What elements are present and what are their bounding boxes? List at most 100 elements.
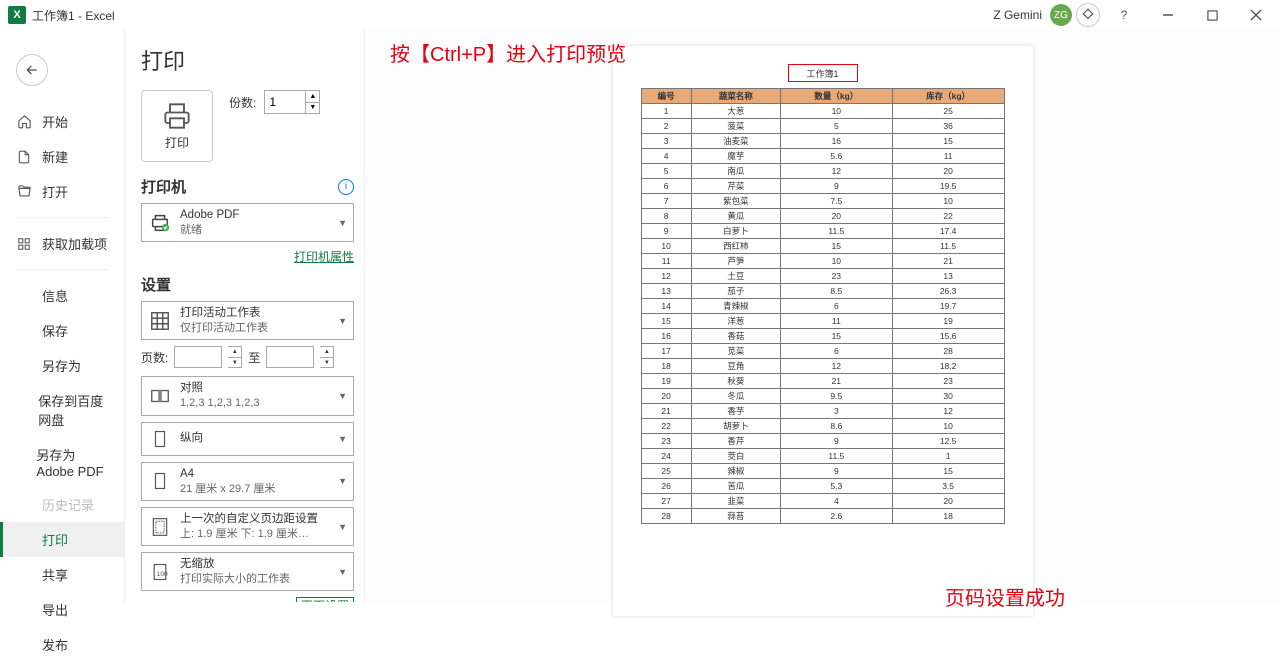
nav-share-label: 共享 [42, 565, 68, 584]
printer-dropdown[interactable]: Adobe PDF就绪 ▼ [141, 203, 354, 242]
open-icon [16, 184, 32, 200]
preview-table: 编号蔬菜名称数量（kg）库存（kg） 1大葱10252菠菜5363油麦菜1615… [641, 88, 1005, 524]
table-row: 10西红柿1511.5 [641, 239, 1004, 254]
minimize-button[interactable] [1148, 1, 1188, 29]
addins-icon [16, 236, 32, 252]
margins-icon [148, 515, 172, 539]
help-icon[interactable]: ? [1104, 1, 1144, 29]
nav-save-adobe-label: 另存为 Adobe PDF [36, 445, 108, 479]
settings-section-label: 设置 [141, 274, 171, 295]
nav-home[interactable]: 开始 [0, 104, 124, 139]
printer-section-label: 打印机 [141, 176, 186, 197]
nav-open[interactable]: 打开 [0, 174, 124, 209]
printer-properties-link[interactable]: 打印机属性 [294, 250, 354, 264]
printer-name: Adobe PDF [180, 208, 330, 223]
orientation-label: 纵向 [180, 431, 330, 446]
margins-dropdown[interactable]: 上一次的自定义页边距设置上: 1.9 厘米 下: 1.9 厘米… ▼ [141, 507, 354, 546]
pages-to-label: 至 [248, 349, 260, 366]
back-button[interactable] [16, 54, 48, 86]
table-row: 7紫包菜7.510 [641, 194, 1004, 209]
pages-to-down[interactable]: ▼ [320, 358, 333, 368]
pages-from-down[interactable]: ▼ [228, 358, 241, 368]
new-icon [16, 149, 32, 165]
nav-publish-label: 发布 [42, 635, 68, 654]
user-avatar[interactable]: ZG [1050, 4, 1072, 26]
nav-new[interactable]: 新建 [0, 139, 124, 174]
print-button[interactable]: 打印 [141, 90, 213, 162]
collate-sub: 1,2,3 1,2,3 1,2,3 [180, 396, 330, 410]
nav-save-label: 保存 [42, 321, 68, 340]
chevron-down-icon: ▼ [338, 522, 347, 532]
table-row: 24茭白11.51 [641, 449, 1004, 464]
print-what-sub: 仅打印活动工作表 [180, 321, 330, 335]
pages-from-input[interactable] [174, 346, 222, 368]
nav-addins[interactable]: 获取加载项 [0, 226, 124, 261]
pages-to-input[interactable] [266, 346, 314, 368]
printer-icon [163, 102, 191, 130]
chevron-down-icon: ▼ [338, 476, 347, 486]
paper-dropdown[interactable]: A421 厘米 x 29.7 厘米 ▼ [141, 462, 354, 501]
page-setup-link[interactable]: 页面设置 [296, 597, 354, 602]
printer-info-icon[interactable]: i [338, 179, 354, 195]
table-row: 9白萝卜11.517.4 [641, 224, 1004, 239]
copies-up[interactable]: ▲ [306, 91, 319, 103]
scale-sub: 打印实际大小的工作表 [180, 572, 330, 586]
pages-from-up[interactable]: ▲ [228, 347, 241, 358]
collate-dropdown[interactable]: 对照1,2,3 1,2,3 1,2,3 ▼ [141, 376, 354, 415]
nav-export[interactable]: 导出 [0, 592, 124, 627]
table-row: 19秋葵2123 [641, 374, 1004, 389]
print-what-dropdown[interactable]: 打印活动工作表仅打印活动工作表 ▼ [141, 301, 354, 340]
copies-label: 份数: [229, 94, 256, 111]
pages-to-up[interactable]: ▲ [320, 347, 333, 358]
margins-sub: 上: 1.9 厘米 下: 1.9 厘米… [180, 527, 330, 541]
nav-share[interactable]: 共享 [0, 557, 124, 592]
table-row: 13茄子8.526.3 [641, 284, 1004, 299]
nav-print[interactable]: 打印 [0, 522, 124, 557]
table-row: 4魔芋5.611 [641, 149, 1004, 164]
maximize-button[interactable] [1192, 1, 1232, 29]
panel-title: 打印 [141, 44, 354, 76]
scale-dropdown[interactable]: 100 无缩放打印实际大小的工作表 ▼ [141, 552, 354, 591]
table-row: 12土豆2313 [641, 269, 1004, 284]
table-row: 18豆角1218.2 [641, 359, 1004, 374]
nav-open-label: 打开 [42, 182, 68, 201]
chevron-down-icon: ▼ [338, 434, 347, 444]
table-row: 2菠菜536 [641, 119, 1004, 134]
close-button[interactable] [1236, 1, 1276, 29]
copies-spinner[interactable]: ▲▼ [264, 90, 320, 114]
nav-save[interactable]: 保存 [0, 313, 124, 348]
annotation-success: 页码设置成功 [945, 582, 1065, 611]
nav-print-label: 打印 [42, 530, 68, 549]
pages-label: 页数: [141, 349, 168, 366]
window-title: 工作簿1 - Excel [32, 7, 115, 24]
table-row: 16香菇1515.6 [641, 329, 1004, 344]
table-row: 25辣椒915 [641, 464, 1004, 479]
preview-page: 工作簿1 编号蔬菜名称数量（kg）库存（kg） 1大葱10252菠菜5363油麦… [613, 46, 1033, 616]
nav-addins-label: 获取加载项 [42, 234, 107, 253]
print-what-main: 打印活动工作表 [180, 306, 330, 321]
print-settings-panel: 打印 打印 份数: ▲▼ 打印机 i Adobe PDF就绪 ▼ [125, 30, 365, 602]
nav-saveas[interactable]: 另存为 [0, 348, 124, 383]
table-header: 编号 [641, 89, 691, 104]
ribbon-display-icon[interactable] [1076, 3, 1100, 27]
excel-app-icon: X [8, 6, 26, 24]
svg-text:100: 100 [157, 571, 168, 578]
nav-publish[interactable]: 发布 [0, 627, 124, 662]
nav-history: 历史记录 [0, 487, 124, 522]
nav-info[interactable]: 信息 [0, 278, 124, 313]
table-row: 22胡萝卜8.610 [641, 419, 1004, 434]
sheets-icon [148, 309, 172, 333]
orientation-dropdown[interactable]: 纵向 ▼ [141, 422, 354, 456]
copies-input[interactable] [265, 91, 305, 113]
nav-save-baidu[interactable]: 保存到百度网盘 [0, 383, 124, 437]
table-row: 15洋葱1119 [641, 314, 1004, 329]
annotation-ctrl-p: 按【Ctrl+P】进入打印预览 [390, 38, 626, 67]
print-preview-area: 工作簿1 编号蔬菜名称数量（kg）库存（kg） 1大葱10252菠菜5363油麦… [365, 30, 1280, 602]
table-row: 3油麦菜1615 [641, 134, 1004, 149]
portrait-icon [148, 427, 172, 451]
table-row: 1大葱1025 [641, 104, 1004, 119]
table-row: 26苦瓜5.33.5 [641, 479, 1004, 494]
nav-save-adobe[interactable]: 另存为 Adobe PDF [0, 437, 124, 487]
copies-down[interactable]: ▼ [306, 103, 319, 114]
table-row: 27韭菜420 [641, 494, 1004, 509]
